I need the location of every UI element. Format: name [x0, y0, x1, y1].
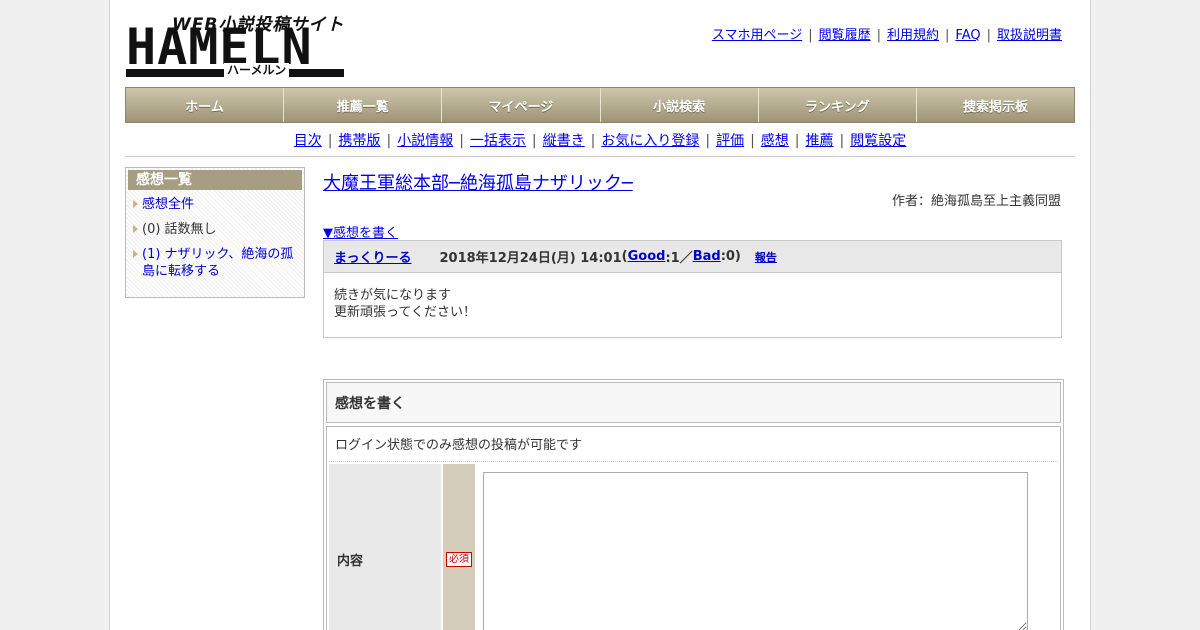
author-line: 作者：絶海孤島至上主義同盟 [891, 194, 1061, 209]
subnav-rating[interactable]: 評価 [716, 133, 744, 149]
required-cell: 必須 [443, 464, 475, 630]
top-link-manual[interactable]: 取扱説明書 [997, 28, 1062, 43]
sidebar-list: 感想全件 (0) 話数無し (1) ナザリック、絶海の孤島に転移する [126, 196, 304, 280]
content-input-cell [475, 464, 1058, 630]
subnav-mobile[interactable]: 携帯版 [338, 133, 380, 149]
separator: | [794, 133, 800, 149]
review-content-textarea[interactable] [483, 472, 1028, 630]
bad-count: :0) [720, 249, 741, 264]
report-link[interactable]: 報告 [755, 249, 777, 265]
content-label: 内容 [329, 464, 443, 630]
subnav-toc[interactable]: 目次 [294, 133, 322, 149]
main-nav: ホーム 推薦一覧 マイページ 小説検索 ランキング 捜索掲示板 [125, 87, 1075, 123]
separator: | [876, 28, 881, 43]
review-body: 続きが気になります 更新頑張ってください！ [324, 273, 1061, 337]
form-heading: 感想を書く [326, 382, 1061, 423]
separator: | [386, 133, 392, 149]
separator: | [839, 133, 845, 149]
separator: | [590, 133, 596, 149]
separator: | [327, 133, 333, 149]
write-review-link[interactable]: ▼感想を書く [323, 222, 398, 241]
sidebar-review-list: 感想一覧 感想全件 (0) 話数無し (1) ナザリック、絶海の孤島に転移する [125, 167, 305, 298]
reviewer-name-link[interactable]: まっくりーる [334, 247, 411, 266]
sidebar-item-chapter-1[interactable]: (1) ナザリック、絶海の孤島に転移する [133, 246, 294, 280]
subnav-novel-info[interactable]: 小説情報 [397, 133, 453, 149]
subnav-reviews[interactable]: 感想 [761, 133, 789, 149]
nav-ranking[interactable]: ランキング [759, 88, 917, 122]
top-link-faq[interactable]: FAQ [955, 28, 980, 43]
novel-sub-nav: 目次 | 携帯版 | 小説情報 | 一括表示 | 縦書き | お気に入り登録 | 評価 | 感想 | 推薦 | 閲覧… [125, 130, 1075, 150]
review-form: 感想を書く ログイン状態でのみ感想の投稿が可能です 内容 必須 [323, 379, 1064, 630]
sidebar-item-all-reviews[interactable]: 感想全件 [133, 196, 294, 213]
top-link-history[interactable]: 閲覧履歴 [819, 28, 871, 43]
separator: | [750, 133, 755, 149]
review-line: 続きが気になります [334, 288, 452, 303]
good-vote-link[interactable]: Good [628, 249, 666, 264]
top-links: スマホ用ページ | 閲覧履歴 | 利用規約 | FAQ | 取扱説明書 [712, 24, 1062, 43]
login-notice: ログイン状態でのみ感想の投稿が可能です [329, 427, 1058, 462]
review-line: 更新頑張ってください！ [334, 305, 476, 320]
nav-recommendations[interactable]: 推薦一覧 [284, 88, 443, 122]
subnav-favorite[interactable]: お気に入り登録 [601, 133, 699, 149]
separator: | [705, 133, 711, 149]
separator: | [945, 28, 950, 43]
hameln-logo[interactable]: WEB小説投稿サイト HAMELN ハーメルン [126, 10, 346, 80]
sidebar-title: 感想一覧 [128, 170, 302, 190]
subnav-recommend[interactable]: 推薦 [806, 133, 834, 149]
separator: | [808, 28, 813, 43]
form-box: ログイン状態でのみ感想の投稿が可能です 内容 必須 [326, 426, 1061, 630]
review-header: まっくりーる 2018年12月24日(月) 14:01 ( Good :1／ B… [324, 241, 1061, 273]
separator: | [986, 28, 991, 43]
content-row: 内容 必須 [329, 464, 1058, 630]
novel-title-link[interactable]: 大魔王軍総本部─絶海孤島ナザリック─ [323, 169, 633, 195]
top-link-terms[interactable]: 利用規約 [887, 28, 939, 43]
divider [125, 156, 1075, 157]
subnav-view-settings[interactable]: 閲覧設定 [850, 133, 906, 149]
subnav-show-all[interactable]: 一括表示 [470, 133, 526, 149]
nav-home[interactable]: ホーム [126, 88, 285, 122]
nav-novel-search[interactable]: 小説検索 [601, 88, 759, 122]
top-link-smartphone[interactable]: スマホ用ページ [712, 28, 802, 43]
separator: | [531, 133, 537, 149]
nav-mypage[interactable]: マイページ [442, 88, 601, 122]
subnav-vertical[interactable]: 縦書き [543, 133, 585, 149]
required-badge: 必須 [446, 551, 472, 567]
good-count: :1／ [665, 251, 693, 266]
logo-kana: ハーメルン [224, 63, 290, 77]
review-date: 2018年12月24日(月) 14:01 [439, 251, 622, 266]
review-entry: まっくりーる 2018年12月24日(月) 14:01 ( Good :1／ B… [323, 240, 1062, 338]
sidebar-item-no-chapter: (0) 話数無し [133, 221, 294, 238]
separator: | [459, 133, 464, 149]
nav-search-board[interactable]: 捜索掲示板 [917, 88, 1074, 122]
bad-vote-link[interactable]: Bad [693, 249, 721, 264]
page: WEB小説投稿サイト HAMELN ハーメルン スマホ用ページ | 閲覧履歴 | 利用規… [109, 0, 1091, 630]
